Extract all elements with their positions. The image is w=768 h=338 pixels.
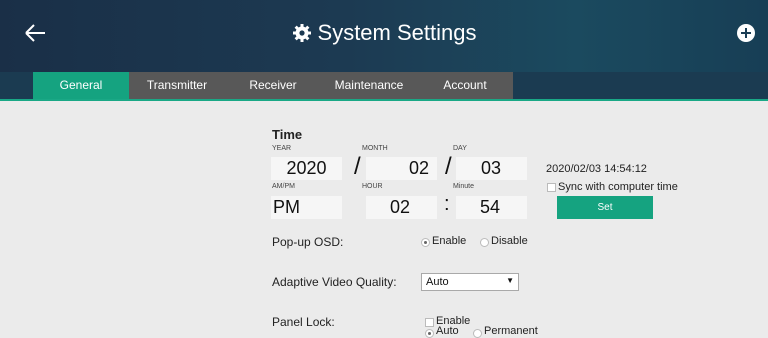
panel-lock-enable-checkbox[interactable] [425, 318, 434, 327]
video-quality-label: Adaptive Video Quality: [272, 275, 397, 289]
set-button[interactable]: Set [557, 196, 653, 219]
minute-label: Minute [453, 183, 475, 190]
minute-field[interactable]: 54 [456, 196, 527, 219]
panel-lock-auto-label: Auto [436, 325, 459, 337]
osd-enable-radio[interactable] [421, 238, 430, 247]
gear-icon [292, 24, 311, 42]
month-label: MONTH [362, 145, 388, 152]
tab-receiver[interactable]: Receiver [225, 72, 321, 99]
tab-transmitter[interactable]: Transmitter [129, 72, 225, 99]
tab-bar: General Transmitter Receiver Maintenance… [0, 72, 768, 101]
month-field[interactable]: 02 [366, 157, 437, 180]
hour-field[interactable]: 02 [366, 196, 437, 219]
time-section-title: Time [272, 127, 303, 142]
hour-label: HOUR [362, 183, 383, 190]
page-title: System Settings [317, 20, 477, 45]
time-separator: : [444, 193, 450, 215]
osd-disable-radio[interactable] [480, 238, 489, 247]
day-field[interactable]: 03 [456, 157, 527, 180]
panel-lock-permanent-label: Permanent [484, 325, 538, 337]
osd-label: Pop-up OSD: [272, 235, 344, 249]
date-separator: / [354, 153, 361, 180]
video-quality-value: Auto [426, 276, 449, 288]
page-title-wrap: System Settings [0, 20, 768, 46]
chevron-down-icon: ▼ [506, 276, 514, 285]
plus-circle-icon[interactable] [737, 24, 755, 42]
sync-checkbox[interactable] [547, 183, 556, 192]
ampm-field[interactable]: PM [271, 196, 342, 219]
tab-maintenance[interactable]: Maintenance [321, 72, 417, 99]
osd-disable-label: Disable [491, 235, 528, 247]
ampm-label: AM/PM [272, 183, 295, 190]
day-label: DAY [453, 145, 467, 152]
year-field[interactable]: 2020 [271, 157, 342, 180]
header-bar: System Settings [0, 0, 768, 72]
tab-account[interactable]: Account [417, 72, 513, 99]
year-label: YEAR [272, 145, 292, 152]
date-separator: / [445, 153, 452, 180]
current-datetime: 2020/02/03 14:54:12 [546, 163, 647, 175]
tab-general[interactable]: General [33, 72, 129, 99]
osd-enable-label: Enable [432, 235, 467, 247]
sync-label: Sync with computer time [558, 181, 678, 193]
video-quality-select[interactable]: Auto ▼ [421, 273, 519, 291]
panel-lock-label: Panel Lock: [272, 315, 335, 329]
